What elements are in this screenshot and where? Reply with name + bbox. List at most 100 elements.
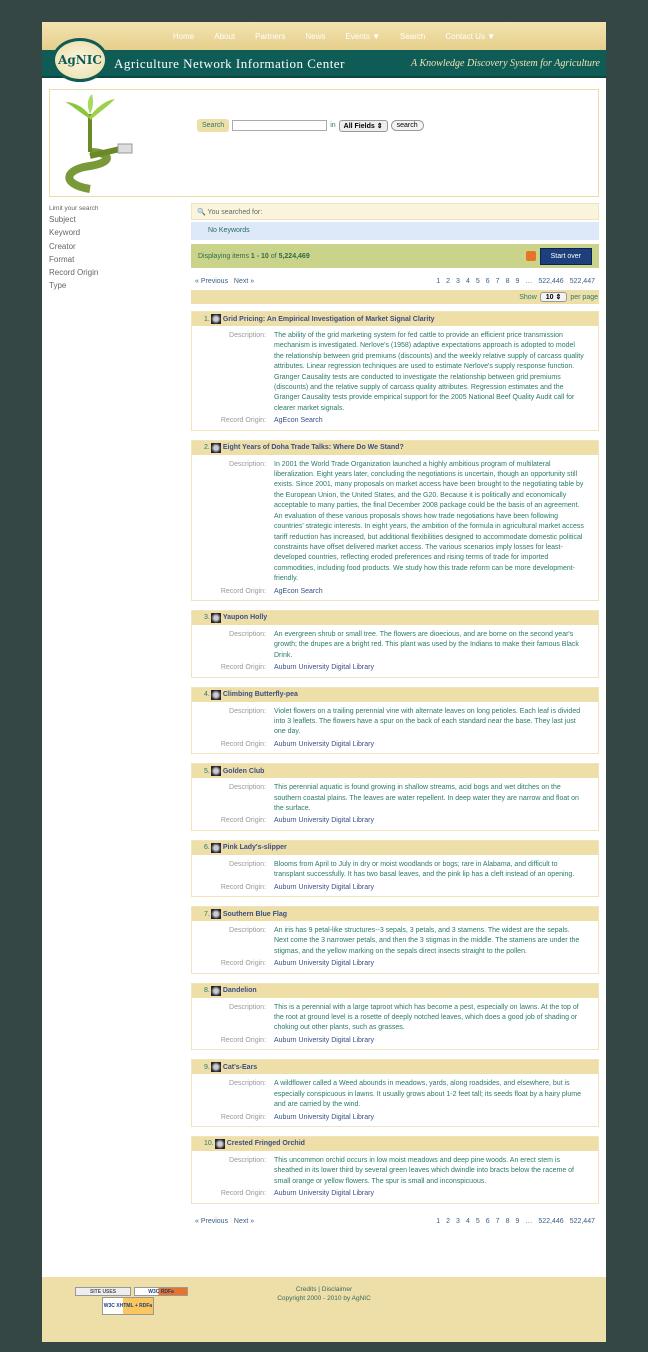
- top-nav: Home About Partners News Events ▼ Search Conta…: [42, 22, 606, 50]
- origin-row: Record Origin: Auburn University Digital …: [192, 959, 598, 969]
- result-title-link[interactable]: Dandelion: [223, 987, 257, 994]
- page-link[interactable]: 9: [515, 278, 519, 285]
- result-body: Description: In 2001 the World Trade Orga…: [192, 455, 598, 600]
- search-input[interactable]: [232, 120, 328, 131]
- nav-item[interactable]: About: [214, 32, 235, 41]
- result-body: Description: An evergreen shrub or small …: [192, 625, 598, 677]
- origin-link[interactable]: Auburn University Digital Library: [274, 883, 584, 893]
- facet-link[interactable]: Record Origin: [49, 266, 99, 279]
- page-numbers: 1 2 3 4 5 6 7 8 9 … 522,446 522,447: [436, 278, 595, 285]
- result-title-link[interactable]: Cat's-Ears: [223, 1064, 257, 1071]
- origin-row: Record Origin: Auburn University Digital …: [192, 1036, 598, 1046]
- description-text: The ability of the grid marketing system…: [274, 332, 584, 412]
- nav-item[interactable]: News: [305, 32, 325, 41]
- page-link[interactable]: 4: [466, 1218, 470, 1225]
- agnic-logo[interactable]: AgNIC: [52, 38, 108, 82]
- per-page-select[interactable]: 10 ⇕: [539, 292, 568, 302]
- page-link[interactable]: 7: [496, 1218, 500, 1225]
- nav-item[interactable]: Contact Us ▼: [445, 32, 495, 41]
- description-label: Description:: [229, 332, 266, 339]
- page-link[interactable]: 1: [436, 278, 440, 285]
- page-link[interactable]: 5: [476, 1218, 480, 1225]
- search-button[interactable]: search: [390, 120, 424, 131]
- per-page-label: per page: [570, 293, 598, 301]
- result-title-link[interactable]: Climbing Butterfly-pea: [223, 691, 298, 698]
- results-summary-bar: Displaying items 1 - 10 of 5,224,469 Sta…: [191, 244, 599, 268]
- next-link[interactable]: Next »: [234, 1218, 254, 1225]
- result-item: 7. Southern Blue Flag Description: An iris …: [191, 906, 599, 974]
- rss-feed-icon[interactable]: [525, 251, 536, 261]
- page-link[interactable]: 2: [446, 278, 450, 285]
- page-link[interactable]: 8: [506, 1218, 510, 1225]
- origin-link[interactable]: Auburn University Digital Library: [274, 959, 584, 969]
- page-link[interactable]: 1: [436, 1218, 440, 1225]
- previous-link[interactable]: « Previous: [195, 278, 228, 285]
- result-title-link[interactable]: Grid Pricing: An Empirical Investigation…: [223, 316, 435, 323]
- result-header: 6. Pink Lady's-slipper: [192, 840, 598, 855]
- page-link[interactable]: 522,446: [538, 1218, 563, 1225]
- facet-link[interactable]: Type: [49, 279, 99, 292]
- record-icon: [210, 842, 221, 853]
- next-link[interactable]: Next »: [234, 278, 254, 285]
- result-title-link[interactable]: Yaupon Holly: [223, 614, 267, 621]
- result-item: 9. Cat's-Ears Description: A wildflower cal…: [191, 1059, 599, 1127]
- origin-link[interactable]: Auburn University Digital Library: [274, 1113, 584, 1123]
- show-label: Show: [519, 293, 537, 301]
- origin-link[interactable]: Auburn University Digital Library: [274, 816, 584, 826]
- nav-item[interactable]: Home: [173, 32, 194, 41]
- nav-item[interactable]: Search: [400, 32, 425, 41]
- page-link[interactable]: 9: [515, 1218, 519, 1225]
- start-over-button[interactable]: Start over: [539, 247, 592, 265]
- page-link[interactable]: 522,447: [570, 1218, 595, 1225]
- footer: SITE USES W3C RDFa W3C XHTML + RDFa Cred…: [42, 1277, 606, 1342]
- facet-link[interactable]: Format: [49, 253, 99, 266]
- field-select[interactable]: All Fields ⇕: [338, 119, 388, 132]
- result-title-link[interactable]: Golden Club: [223, 768, 265, 775]
- credits-link[interactable]: Credits: [296, 1286, 317, 1293]
- previous-link[interactable]: « Previous: [195, 1218, 228, 1225]
- disclaimer-link[interactable]: Disclaimer: [322, 1286, 352, 1293]
- per-page-bar: Show 10 ⇕ per page: [191, 290, 599, 304]
- results-list: 1. Grid Pricing: An Empirical Investigati…: [191, 311, 599, 1204]
- result-title-link[interactable]: Southern Blue Flag: [223, 911, 287, 918]
- origin-link[interactable]: AgEcon Search: [274, 587, 584, 597]
- page-link[interactable]: 6: [486, 1218, 490, 1225]
- origin-link[interactable]: Auburn University Digital Library: [274, 1036, 584, 1046]
- pager-bottom: « Previous Next » 1 2 3 4 5 6 7 8 9 … 522,446 522,4…: [191, 1213, 599, 1231]
- page-numbers: 1 2 3 4 5 6 7 8 9 … 522,446 522,447: [436, 1218, 595, 1225]
- page-link[interactable]: 3: [456, 1218, 460, 1225]
- origin-link[interactable]: Auburn University Digital Library: [274, 740, 584, 750]
- facet-link[interactable]: Keyword: [49, 226, 99, 239]
- description-label: Description:: [229, 927, 266, 935]
- origin-link[interactable]: Auburn University Digital Library: [274, 1189, 584, 1199]
- result-body: Description: This uncommon orchid occurs …: [192, 1151, 598, 1203]
- facet-link[interactable]: Subject: [49, 213, 99, 226]
- result-item: 3. Yaupon Holly Description: An evergreen s…: [191, 609, 599, 678]
- description-row: Description: An evergreen shrub or small …: [192, 630, 598, 661]
- page: Home About Partners News Events ▼ Search Conta…: [42, 22, 606, 1342]
- page-link[interactable]: 3: [456, 278, 460, 285]
- origin-label: Record Origin:: [220, 664, 266, 672]
- page-link[interactable]: 7: [496, 278, 500, 285]
- description-label: Description:: [229, 1080, 266, 1088]
- nav-item[interactable]: Events ▼: [345, 32, 380, 41]
- page-link[interactable]: 6: [486, 278, 490, 285]
- result-item: 10. Crested Fringed Orchid Description: Thi…: [191, 1135, 599, 1204]
- result-title-link[interactable]: Pink Lady's-slipper: [223, 844, 287, 851]
- site-tagline: A Knowledge Discovery System for Agricul…: [411, 58, 600, 69]
- result-title-link[interactable]: Eight Years of Doha Trade Talks: Where D…: [223, 444, 404, 451]
- page-link[interactable]: 2: [446, 1218, 450, 1225]
- page-link[interactable]: 522,446: [538, 278, 563, 285]
- result-item: 5. Golden Club Description: This perennial …: [191, 763, 599, 831]
- result-number: 8.: [204, 987, 210, 995]
- description-row: Description: Violet flowers on a trailing…: [192, 707, 598, 738]
- origin-link[interactable]: Auburn University Digital Library: [274, 663, 584, 673]
- page-link[interactable]: 8: [506, 278, 510, 285]
- page-link[interactable]: 522,447: [570, 278, 595, 285]
- result-title-link[interactable]: Crested Fringed Orchid: [227, 1140, 305, 1147]
- origin-link[interactable]: AgEcon Search: [274, 416, 584, 426]
- page-link[interactable]: 5: [476, 278, 480, 285]
- facet-link[interactable]: Creator: [49, 240, 99, 253]
- nav-item[interactable]: Partners: [255, 32, 285, 41]
- page-link[interactable]: 4: [466, 278, 470, 285]
